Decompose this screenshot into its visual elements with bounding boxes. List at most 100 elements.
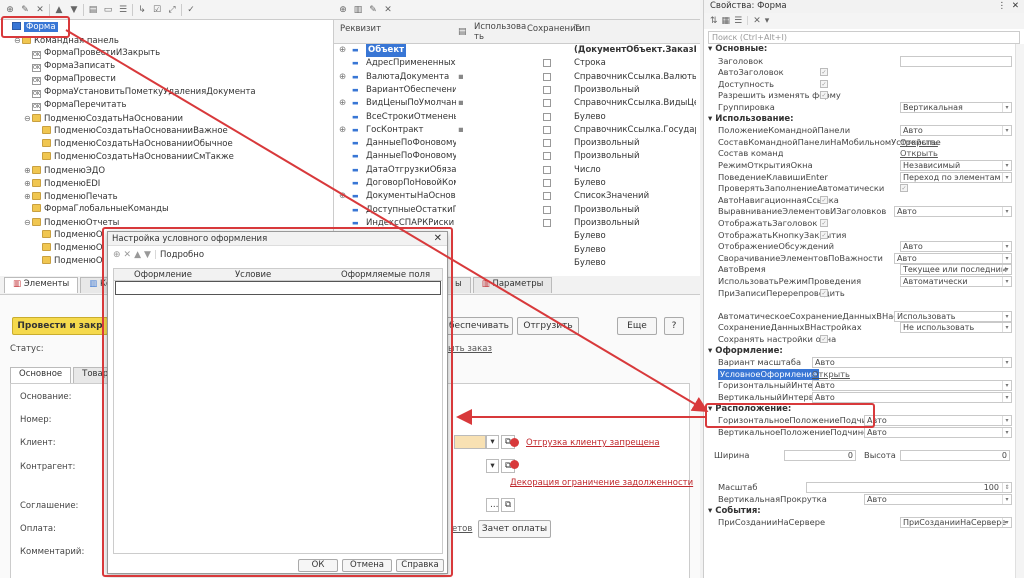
save-checkbox[interactable] — [543, 59, 551, 68]
form-view-icon[interactable]: ▤ — [87, 4, 99, 16]
property-select[interactable]: Авто ▾ — [812, 380, 1012, 392]
chevron-down-icon[interactable]: ▾ — [1002, 265, 1011, 275]
expander-icon[interactable]: ⊖ — [24, 216, 32, 229]
group-icon[interactable]: ☰ — [117, 4, 129, 16]
save-checkbox[interactable] — [543, 112, 551, 121]
chevron-down-icon[interactable]: ▾ — [1002, 126, 1011, 136]
dialog-empty-row[interactable] — [115, 281, 441, 295]
props-section[interactable]: ▾ Расположение: — [704, 404, 1024, 415]
chevron-down-icon[interactable]: ▾ — [1002, 311, 1011, 321]
property-select[interactable]: Авто ▾ — [864, 415, 1012, 427]
property-select[interactable]: Авто ▾ — [812, 392, 1012, 403]
expander-icon[interactable]: ⊕ — [339, 124, 346, 137]
list-icon[interactable]: ☰ — [734, 16, 742, 26]
chevron-down-icon[interactable]: ▾ — [1002, 103, 1011, 112]
details-button[interactable]: Подробно — [160, 250, 204, 260]
tree-item[interactable]: ПодменюСоздатьНаОснованииВажное — [4, 125, 333, 138]
client-dropdown[interactable]: ▾ — [486, 435, 499, 449]
debt-decoration-link[interactable]: Декорация ограничение задолженности — [510, 478, 693, 488]
save-checkbox[interactable] — [543, 139, 551, 148]
chevron-down-icon[interactable]: ▾ — [1002, 427, 1011, 437]
property-checkbox[interactable]: ✓ — [820, 79, 828, 88]
tree-item[interactable]: ⊖ ПодменюОтчеты — [4, 216, 333, 229]
expander-icon[interactable]: ⊕ — [339, 71, 346, 84]
property-select[interactable]: Использовать ▾ — [894, 310, 1012, 322]
tree-item[interactable]: OK ФормаПеречитать — [4, 99, 333, 112]
close-icon[interactable]: ✕ — [434, 232, 442, 246]
save-checkbox[interactable] — [543, 218, 551, 227]
expander-icon[interactable]: ⊖ — [14, 34, 22, 47]
save-checkbox[interactable] — [543, 125, 551, 134]
tab-main[interactable]: Основное — [10, 367, 72, 383]
chevron-down-icon[interactable]: ▾ — [1002, 495, 1011, 505]
tree-item[interactable]: ⊕ ПодменюEDI — [4, 177, 333, 190]
add-icon[interactable]: ⊕ — [337, 4, 349, 16]
clear-icon[interactable]: ✕ — [753, 16, 761, 26]
tree-item[interactable]: ФормаГлобальныеКоманды — [4, 203, 333, 216]
table-row[interactable]: ⊕ ▬ ВалютаДокумента ▪ СправочникСсылка.Валют… — [334, 71, 700, 84]
chevron-down-icon[interactable]: ▾ — [1002, 242, 1011, 252]
open-link[interactable]: Открыть — [812, 369, 850, 380]
offset-button[interactable]: Зачет оплаты — [478, 520, 551, 538]
open-link[interactable]: Открыть — [900, 137, 938, 148]
client-field[interactable] — [454, 435, 486, 449]
table-row[interactable]: ⊕ ▬ Объект (ДокументОбъект.ЗаказК... — [334, 44, 700, 57]
delete-icon[interactable]: ✕ — [382, 4, 394, 16]
table-row[interactable]: ▬ ДанныеПоФоновомуЗ... Произвольный — [334, 150, 700, 163]
add-icon[interactable]: ⊕ — [113, 250, 121, 260]
agreement-more[interactable]: … — [486, 498, 499, 512]
property-select[interactable]: Переход по элементам ▾ — [900, 171, 1012, 183]
contragent-dropdown[interactable]: ▾ — [486, 459, 499, 473]
table-row[interactable]: ▬ ДатаОтгрузкиОбязате... Число — [334, 164, 700, 177]
chevron-down-icon[interactable]: ▾ — [1002, 277, 1011, 286]
open-link[interactable]: Открыть — [900, 148, 938, 159]
save-checkbox[interactable] — [543, 85, 551, 94]
tab-requisites[interactable]: ы — [446, 277, 471, 293]
table-row[interactable]: ▬ ВсеСтрокиОтменены Булево — [334, 111, 700, 124]
expander-icon[interactable]: ⊕ — [24, 177, 32, 190]
property-checkbox[interactable]: ✓ — [820, 335, 828, 343]
return-icon[interactable]: ↳ — [136, 4, 148, 16]
tree-item[interactable]: ⊕ ПодменюПечать — [4, 190, 333, 203]
col-use[interactable]: Использова ть — [474, 22, 526, 42]
search-input[interactable]: Поиск (Ctrl+Alt+I) — [712, 33, 787, 42]
save-checkbox[interactable] — [543, 72, 551, 81]
edit-icon[interactable]: ✎ — [19, 4, 31, 16]
expand-icon[interactable]: ⤢ — [166, 4, 178, 16]
close-icon[interactable]: ✕ — [1012, 0, 1019, 13]
help-button[interactable]: Справка — [396, 559, 444, 572]
tree-item[interactable]: ПодменюСоздатьНаОснованииСмТакже — [4, 151, 333, 164]
cancel-button[interactable]: Отмена — [342, 559, 392, 572]
property-select[interactable]: Не использовать ▾ — [900, 322, 1012, 334]
table-row[interactable]: ▬ ДоступныеОстаткиПа... Произвольный — [334, 204, 700, 217]
save-checkbox[interactable] — [543, 165, 551, 174]
sort-icon[interactable]: ⇅ — [710, 16, 718, 26]
add-icon[interactable]: ⊕ — [4, 4, 16, 16]
expander-icon[interactable]: ⊕ — [24, 164, 32, 177]
props-section[interactable]: ▾ События: — [704, 506, 1024, 517]
checklist-icon[interactable]: ☑ — [151, 4, 163, 16]
table-row[interactable]: ▬ АдресПримененныхСк... Строка — [334, 57, 700, 70]
edit-icon[interactable]: ✎ — [367, 4, 379, 16]
chevron-down-icon[interactable]: ▾ — [1002, 207, 1011, 217]
property-input[interactable]: 100 ⇕ — [806, 482, 1012, 494]
dropdown-icon[interactable]: ▾ — [765, 16, 770, 26]
expander-icon[interactable]: ⊕ — [339, 97, 346, 110]
tab-parameters[interactable]: ▥ Параметры — [472, 277, 553, 293]
save-checkbox[interactable] — [543, 192, 551, 201]
col-save[interactable]: Сохранение — [527, 24, 581, 34]
table-row[interactable]: ▬ ИндексСПАРКРиски Произвольный — [334, 217, 700, 230]
property-select[interactable]: Текущее или последним ▾ — [900, 264, 1012, 276]
menu-icon[interactable]: ⋮ — [998, 0, 1007, 13]
agreement-open[interactable]: ⧉ — [501, 498, 515, 512]
property-select[interactable]: Авто ▾ — [864, 426, 1012, 438]
reserve-button[interactable]: беспечивать — [445, 317, 513, 335]
ok-button[interactable]: ОК — [298, 559, 338, 572]
order-link[interactable]: ыть заказ — [448, 344, 492, 354]
tree-root-form[interactable]: Форма — [4, 21, 333, 34]
save-checkbox[interactable] — [543, 179, 551, 187]
property-checkbox[interactable]: ✓ — [820, 91, 828, 100]
categories-icon[interactable]: ▦ — [722, 16, 731, 26]
property-checkbox[interactable]: ✓ — [820, 230, 828, 239]
expander-icon[interactable]: ⊕ — [339, 190, 346, 203]
